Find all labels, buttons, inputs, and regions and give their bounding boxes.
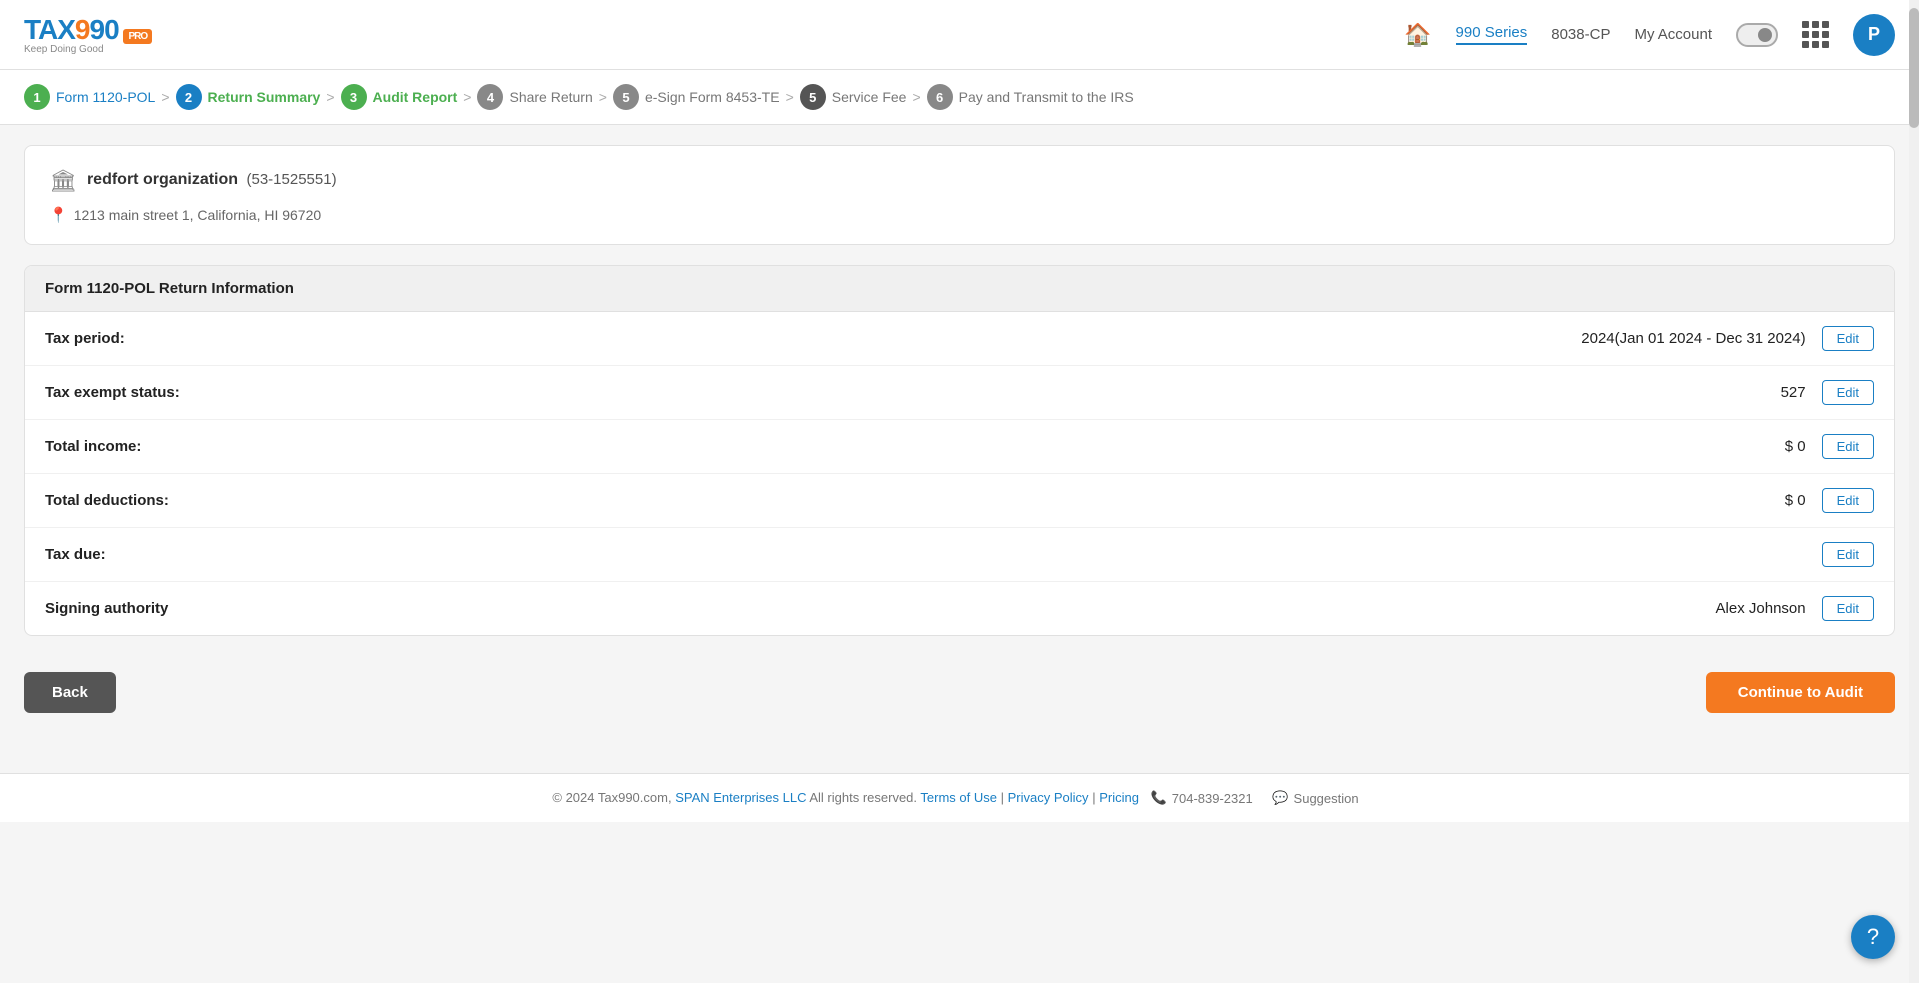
apps-grid-icon[interactable] xyxy=(1802,21,1829,48)
org-address-text: 1213 main street 1, California, HI 96720 xyxy=(74,207,321,223)
tax-period-value: 2024(Jan 01 2024 - Dec 31 2024) xyxy=(1581,330,1805,347)
step-1-circle: 1 xyxy=(24,84,50,110)
tax-period-row: Tax period: 2024(Jan 01 2024 - Dec 31 20… xyxy=(25,312,1894,366)
footer-rights: All rights reserved. xyxy=(809,790,917,805)
pro-badge: PRO xyxy=(123,29,152,44)
footer-span-link[interactable]: SPAN Enterprises LLC xyxy=(675,790,806,805)
tax-exempt-edit-button[interactable]: Edit xyxy=(1822,380,1874,405)
arrow-5a: > xyxy=(786,89,794,105)
org-name: redfort organization (53-1525551) xyxy=(87,171,337,189)
signing-authority-value: Alex Johnson xyxy=(1716,600,1806,617)
scrollbar-track[interactable] xyxy=(1909,0,1919,983)
step-1-label: Form 1120-POL xyxy=(56,89,155,105)
step-4-circle: 4 xyxy=(477,84,503,110)
app-header: TAX990 PRO Keep Doing Good 🏠 990 Series … xyxy=(0,0,1919,70)
total-income-row: Total income: $ 0 Edit xyxy=(25,420,1894,474)
step-3-circle: 3 xyxy=(341,84,367,110)
return-info-heading: Form 1120-POL Return Information xyxy=(25,266,1894,312)
total-income-label: Total income: xyxy=(45,438,1785,455)
step-3-audit-report[interactable]: 3 Audit Report xyxy=(341,84,458,110)
total-deductions-edit-button[interactable]: Edit xyxy=(1822,488,1874,513)
org-name-text: redfort organization xyxy=(87,171,238,188)
org-building-icon: 🏛 xyxy=(49,168,77,194)
signing-authority-edit-button[interactable]: Edit xyxy=(1822,596,1874,621)
step-5a-esign[interactable]: 5 e-Sign Form 8453-TE xyxy=(613,84,780,110)
home-icon[interactable]: 🏠 xyxy=(1404,22,1431,48)
nav-990-series[interactable]: 990 Series xyxy=(1456,24,1528,45)
nav-8038cp[interactable]: 8038-CP xyxy=(1551,26,1610,43)
step-3-label: Audit Report xyxy=(373,89,458,105)
footer-copyright: © 2024 Tax990.com, xyxy=(552,790,671,805)
continue-to-audit-button[interactable]: Continue to Audit xyxy=(1706,672,1895,713)
step-4-label: Share Return xyxy=(509,89,592,105)
step-5a-circle: 5 xyxy=(613,84,639,110)
tax-due-edit-button[interactable]: Edit xyxy=(1822,542,1874,567)
footer-privacy-link[interactable]: Privacy Policy xyxy=(1008,790,1089,805)
tax-due-row: Tax due: Edit xyxy=(25,528,1894,582)
page-footer: © 2024 Tax990.com, SPAN Enterprises LLC … xyxy=(0,773,1919,822)
main-content: 🏛 redfort organization (53-1525551) 📍 12… xyxy=(0,125,1919,773)
footer-suggestion: Suggestion xyxy=(1294,791,1359,806)
step-5b-label: Service Fee xyxy=(832,89,907,105)
tax-period-label: Tax period: xyxy=(45,330,1581,347)
location-icon: 📍 xyxy=(49,206,68,224)
total-deductions-row: Total deductions: $ 0 Edit xyxy=(25,474,1894,528)
toggle-circle xyxy=(1758,28,1772,42)
nav-my-account[interactable]: My Account xyxy=(1634,26,1712,43)
arrow-3: > xyxy=(463,89,471,105)
footer-phone-area: 📞 704-839-2321 xyxy=(1151,790,1253,806)
footer-pipe2: | xyxy=(1092,790,1095,805)
step-5a-label: e-Sign Form 8453-TE xyxy=(645,89,780,105)
step-2-circle: 2 xyxy=(176,84,202,110)
logo[interactable]: TAX990 PRO Keep Doing Good xyxy=(24,14,152,55)
step-6-pay-transmit[interactable]: 6 Pay and Transmit to the IRS xyxy=(927,84,1134,110)
arrow-2: > xyxy=(326,89,334,105)
total-deductions-value: $ 0 xyxy=(1785,492,1806,509)
help-button[interactable]: ? xyxy=(1851,915,1895,959)
org-address: 📍 1213 main street 1, California, HI 967… xyxy=(49,206,337,224)
org-card: 🏛 redfort organization (53-1525551) 📍 12… xyxy=(24,145,1895,245)
arrow-1: > xyxy=(161,89,169,105)
step-6-circle: 6 xyxy=(927,84,953,110)
back-button[interactable]: Back xyxy=(24,672,116,713)
footer-terms-link[interactable]: Terms of Use xyxy=(920,790,997,805)
step-2-label: Return Summary xyxy=(208,89,321,105)
tax-exempt-value: 527 xyxy=(1781,384,1806,401)
step-1-form-1120-pol[interactable]: 1 Form 1120-POL xyxy=(24,84,155,110)
step-5b-service-fee[interactable]: 5 Service Fee xyxy=(800,84,907,110)
tax-due-label: Tax due: xyxy=(45,546,1806,563)
footer-actions: Back Continue to Audit xyxy=(24,656,1895,753)
total-deductions-label: Total deductions: xyxy=(45,492,1785,509)
scrollbar-thumb[interactable] xyxy=(1909,8,1919,128)
logo-text: TAX990 PRO xyxy=(24,14,152,46)
step-5b-circle: 5 xyxy=(800,84,826,110)
phone-icon: 📞 xyxy=(1151,790,1167,806)
footer-pricing-link[interactable]: Pricing xyxy=(1099,790,1139,805)
user-avatar[interactable]: P xyxy=(1853,14,1895,56)
theme-toggle[interactable] xyxy=(1736,23,1778,47)
return-info-card: Form 1120-POL Return Information Tax per… xyxy=(24,265,1895,636)
footer-phone: 704-839-2321 xyxy=(1172,791,1253,806)
total-income-value: $ 0 xyxy=(1785,438,1806,455)
header-right: 🏠 990 Series 8038-CP My Account P xyxy=(1404,14,1895,56)
tax-exempt-label: Tax exempt status: xyxy=(45,384,1781,401)
signing-authority-label: Signing authority xyxy=(45,600,1716,617)
tax-period-edit-button[interactable]: Edit xyxy=(1822,326,1874,351)
breadcrumb-bar: 1 Form 1120-POL > 2 Return Summary > 3 A… xyxy=(0,70,1919,125)
tax-exempt-row: Tax exempt status: 527 Edit xyxy=(25,366,1894,420)
org-ein: (53-1525551) xyxy=(247,171,337,188)
footer-suggestion-area[interactable]: 💬 Suggestion xyxy=(1272,790,1358,806)
arrow-5b: > xyxy=(912,89,920,105)
footer-pipe1: | xyxy=(1001,790,1004,805)
chat-icon: 💬 xyxy=(1272,790,1288,806)
step-6-label: Pay and Transmit to the IRS xyxy=(959,89,1134,105)
step-4-share-return[interactable]: 4 Share Return xyxy=(477,84,592,110)
signing-authority-row: Signing authority Alex Johnson Edit xyxy=(25,582,1894,635)
total-income-edit-button[interactable]: Edit xyxy=(1822,434,1874,459)
step-2-return-summary[interactable]: 2 Return Summary xyxy=(176,84,321,110)
arrow-4: > xyxy=(599,89,607,105)
